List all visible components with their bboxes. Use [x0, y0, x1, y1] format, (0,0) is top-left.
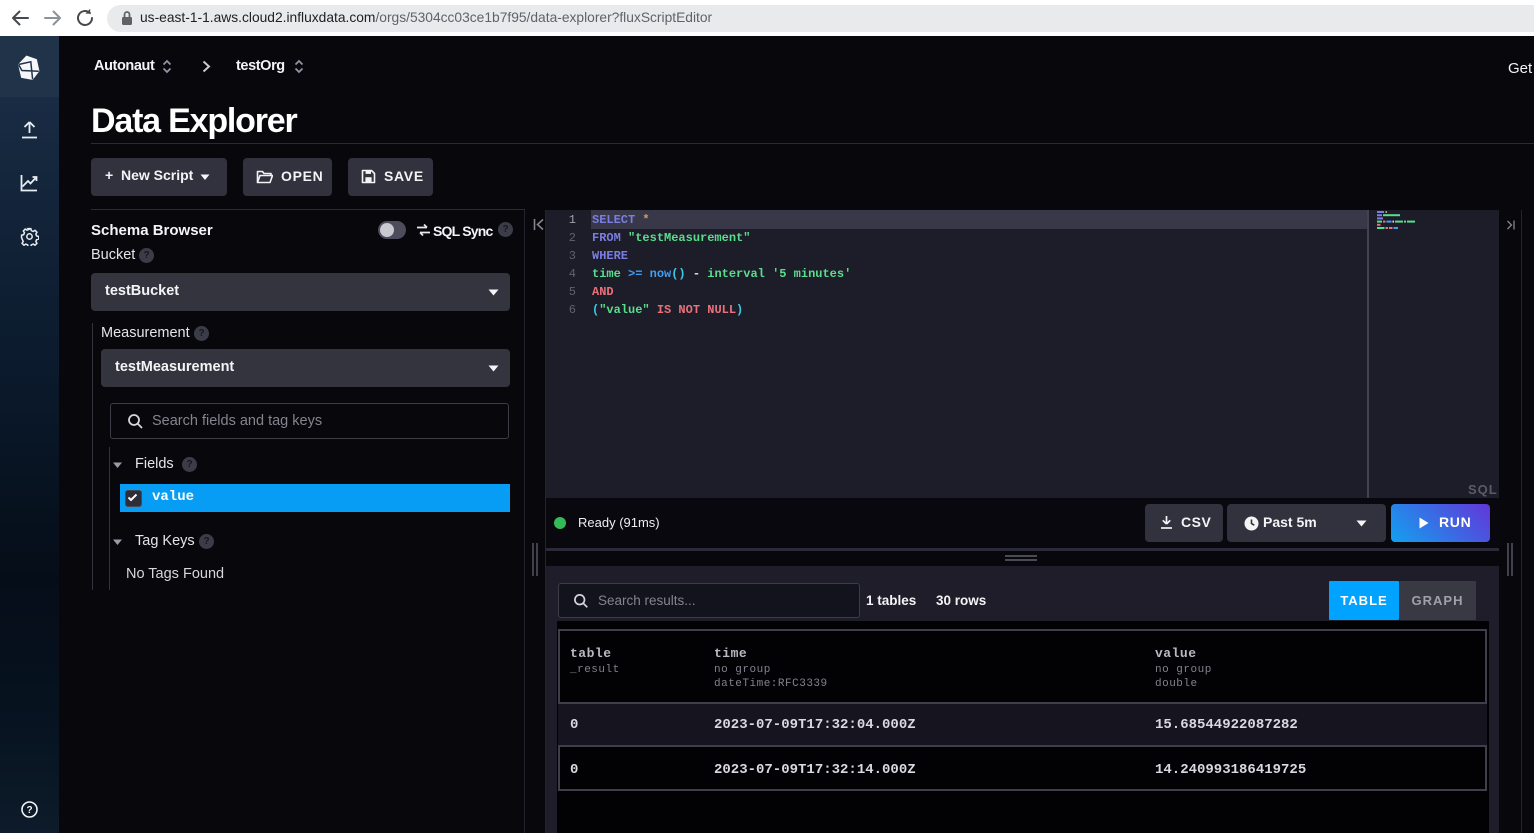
svg-text:?: ? [26, 805, 32, 816]
